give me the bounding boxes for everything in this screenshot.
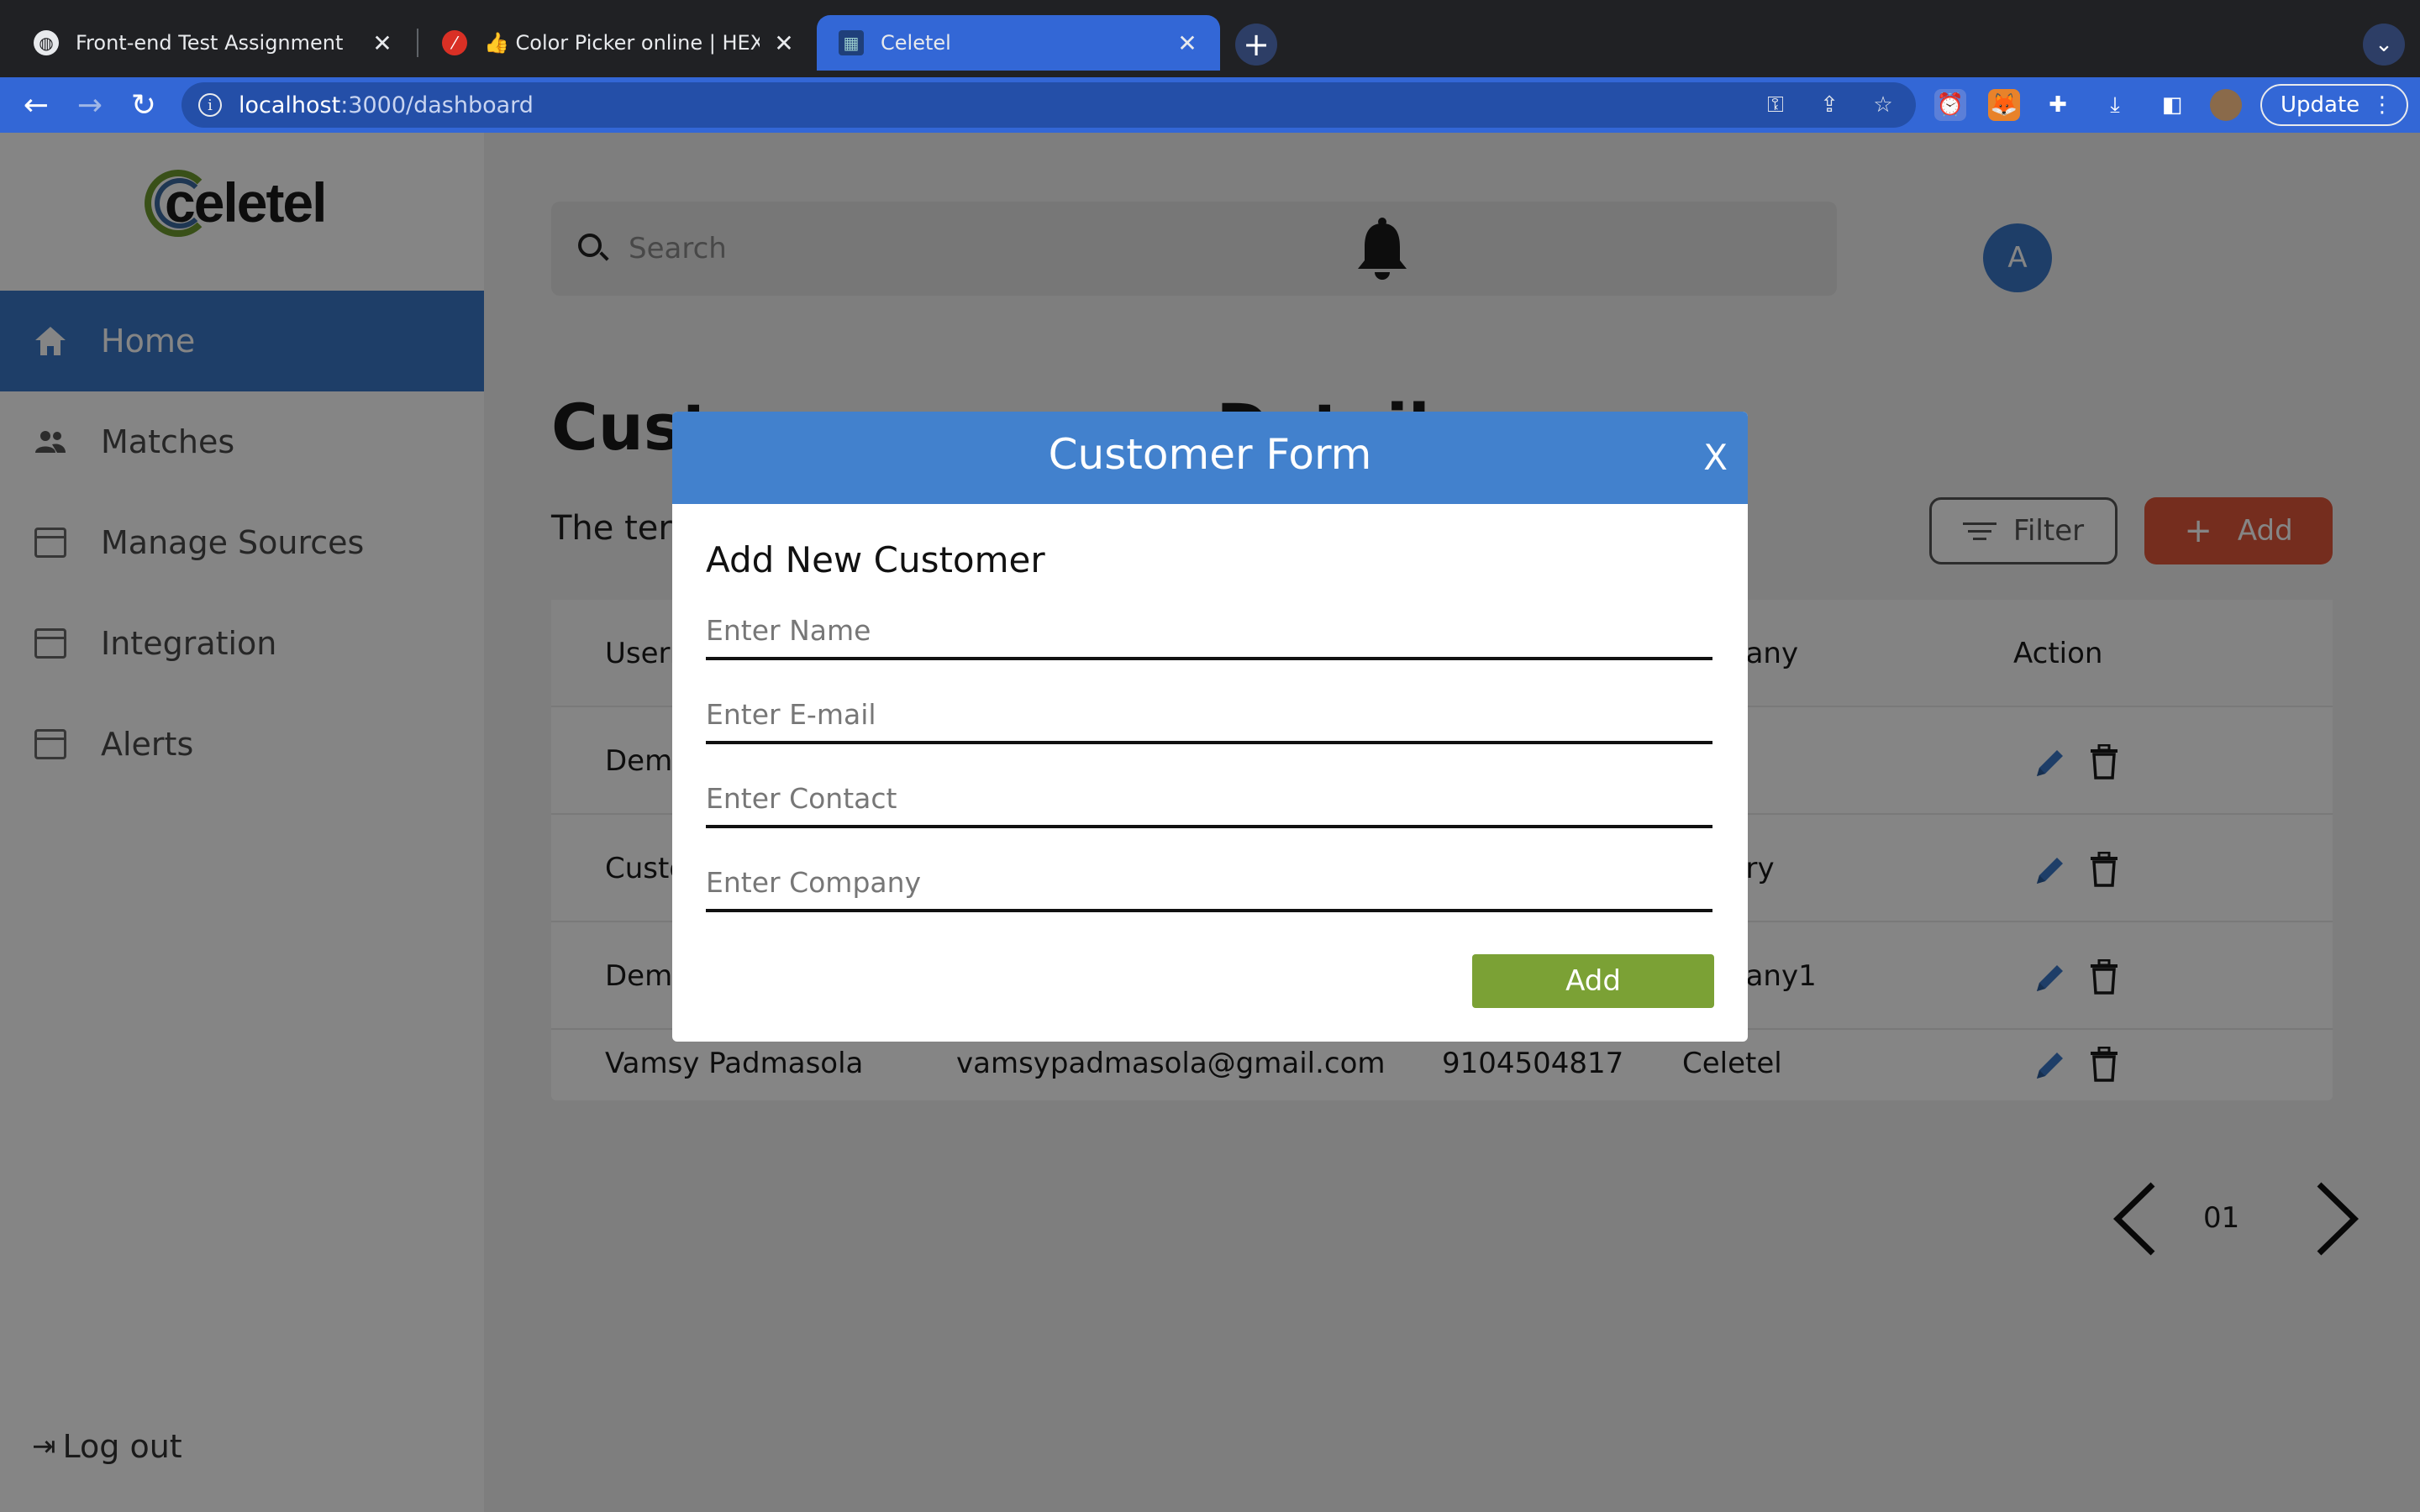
modal-title: Customer Form xyxy=(1048,430,1372,479)
close-tab-icon[interactable]: ✕ xyxy=(1175,29,1200,57)
tab-title: Front-end Test Assignment xyxy=(76,31,344,55)
star-bookmark-icon[interactable]: ☆ xyxy=(1869,91,1897,119)
tab-title: Celetel xyxy=(881,31,951,55)
browser-tab[interactable]: ◍ Front-end Test Assignment ✕ xyxy=(12,15,415,71)
modal-close-button[interactable]: X xyxy=(1703,437,1728,478)
side-panel-icon[interactable]: ◧ xyxy=(2156,89,2188,121)
customer-form-modal: Customer Form X Add New Customer Add xyxy=(672,412,1748,1042)
profile-avatar-icon[interactable] xyxy=(2210,89,2242,121)
url-host: localhost xyxy=(239,92,341,118)
new-tab-button[interactable]: + xyxy=(1235,24,1277,66)
url-text[interactable]: localhost:3000/dashboard xyxy=(239,92,534,118)
close-tab-icon[interactable]: ✕ xyxy=(370,29,395,57)
browser-tab-active[interactable]: ▦ Celetel ✕ xyxy=(817,15,1220,71)
extension-fox-icon[interactable]: 🦊 xyxy=(1988,89,2020,121)
company-field[interactable] xyxy=(706,858,1712,912)
address-bar[interactable]: i localhost:3000/dashboard ⚿ ⇪ ☆ xyxy=(182,82,1916,128)
globe-icon: ◍ xyxy=(34,30,59,55)
browser-tab[interactable]: ⁄ 👍 Color Picker online | HEX Co ✕ xyxy=(420,15,817,71)
extension-alarm-icon[interactable]: ⏰ xyxy=(1934,89,1966,121)
modal-header: Customer Form X xyxy=(672,412,1748,504)
forward-arrow-icon[interactable]: → xyxy=(69,84,111,126)
tab-search-button[interactable]: ⌄ xyxy=(2363,24,2405,66)
tab-title: 👍 Color Picker online | HEX Co xyxy=(484,31,760,55)
site-info-icon[interactable]: i xyxy=(198,93,222,117)
email-field[interactable] xyxy=(706,690,1712,744)
download-icon[interactable]: ⤓ xyxy=(2099,89,2131,121)
back-arrow-icon[interactable]: ← xyxy=(15,84,57,126)
update-label: Update xyxy=(2281,92,2360,118)
color-picker-icon: ⁄ xyxy=(442,30,467,55)
browser-tab-bar: ◍ Front-end Test Assignment ✕ ⁄ 👍 Color … xyxy=(0,0,2420,77)
url-path: :3000/dashboard xyxy=(340,92,534,118)
submit-add-button[interactable]: Add xyxy=(1472,954,1714,1008)
modal-subtitle: Add New Customer xyxy=(706,539,1045,580)
name-field[interactable] xyxy=(706,606,1712,660)
celetel-favicon-icon: ▦ xyxy=(839,30,864,55)
reload-icon[interactable]: ↻ xyxy=(123,84,165,126)
share-icon[interactable]: ⇪ xyxy=(1815,91,1844,119)
contact-field[interactable] xyxy=(706,774,1712,828)
tab-separator xyxy=(417,29,418,57)
more-menu-icon[interactable]: ⋮ xyxy=(2371,92,2393,118)
close-tab-icon[interactable]: ✕ xyxy=(771,29,797,57)
key-icon[interactable]: ⚿ xyxy=(1761,91,1790,119)
browser-toolbar: ← → ↻ i localhost:3000/dashboard ⚿ ⇪ ☆ ⏰… xyxy=(0,77,2420,133)
update-button[interactable]: Update ⋮ xyxy=(2260,84,2408,126)
extensions-puzzle-icon[interactable]: ✚ xyxy=(2042,89,2074,121)
